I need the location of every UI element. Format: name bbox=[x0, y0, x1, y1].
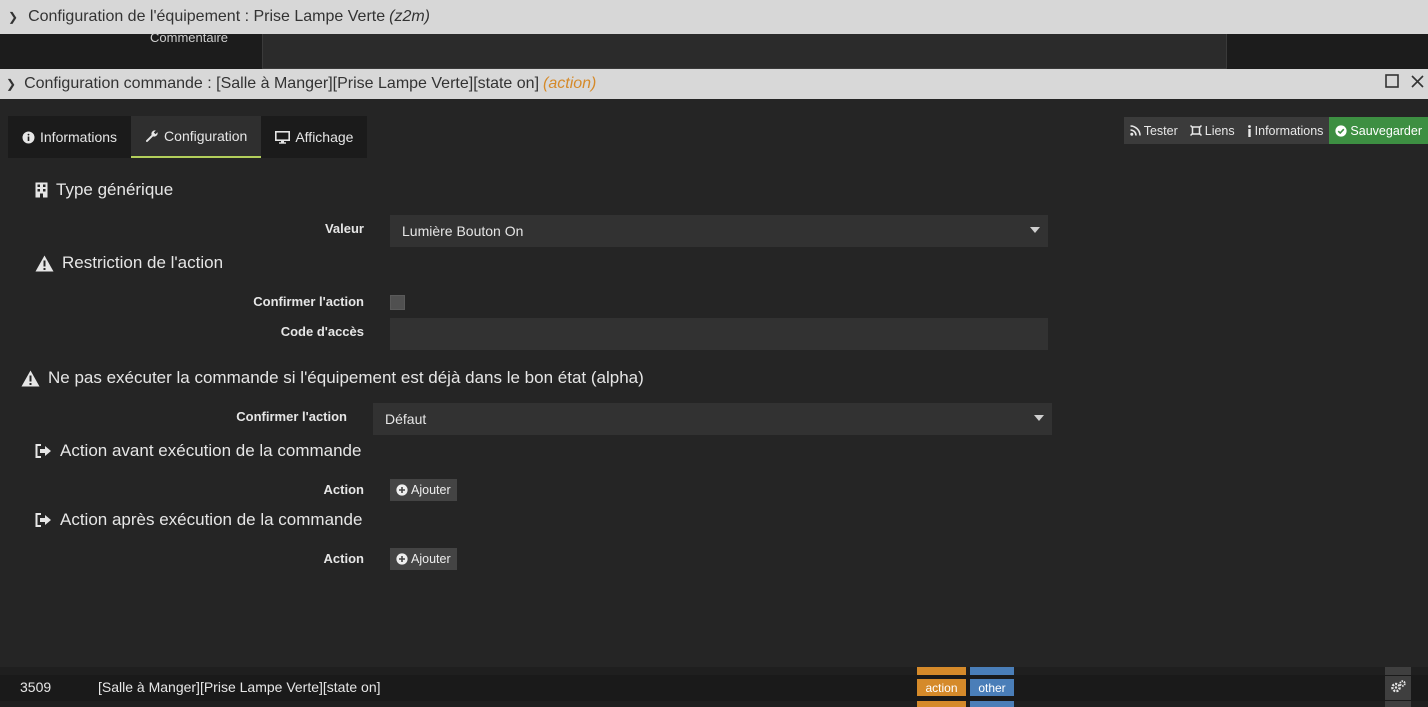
table-row bbox=[0, 667, 1428, 675]
no-repeat-selected: Défaut bbox=[385, 411, 427, 427]
subtype-tag bbox=[970, 701, 1014, 707]
tab-informations[interactable]: Informations bbox=[8, 116, 132, 158]
tab-configuration[interactable]: Configuration bbox=[131, 116, 262, 158]
pre-action-add-label: Ajouter bbox=[411, 483, 451, 497]
no-repeat-title: Ne pas exécuter la commande si l'équipem… bbox=[48, 368, 644, 387]
command-config-titlebar[interactable]: ❯ Configuration commande : [Salle à Mang… bbox=[0, 69, 1428, 99]
rss-icon bbox=[1130, 125, 1141, 136]
warning-icon bbox=[21, 370, 40, 387]
pre-action-label: Action bbox=[323, 482, 364, 497]
command-tabs: Informations Configuration Affichage bbox=[8, 116, 368, 158]
comment-label: Commentaire bbox=[150, 30, 229, 45]
chevron-down-icon bbox=[1034, 415, 1044, 421]
type-tag bbox=[917, 701, 966, 707]
advanced-config-button[interactable] bbox=[1385, 676, 1411, 700]
no-repeat-heading: Ne pas exécuter la commande si l'équipem… bbox=[21, 368, 644, 388]
chevron-down-icon bbox=[1030, 227, 1040, 233]
save-button[interactable]: Sauvegarder bbox=[1329, 117, 1428, 144]
sign-out-icon bbox=[35, 513, 52, 527]
equipment-plugin-label: (z2m) bbox=[389, 8, 430, 25]
type-tag: action bbox=[917, 679, 966, 696]
liens-button[interactable]: Liens bbox=[1183, 117, 1241, 144]
access-code-label: Code d'accès bbox=[280, 324, 364, 339]
gear-button[interactable] bbox=[1385, 667, 1411, 675]
tester-button[interactable]: Tester bbox=[1123, 117, 1184, 144]
command-config-title: Configuration commande : [Salle à Manger… bbox=[24, 75, 540, 92]
generic-type-title: Type générique bbox=[56, 180, 174, 199]
tester-label: Tester bbox=[1143, 123, 1178, 138]
informations-label: Informations bbox=[1254, 123, 1324, 138]
plus-circle-icon bbox=[396, 484, 408, 496]
command-toolbar: Tester Liens Informations Sauvegarder bbox=[1123, 117, 1428, 144]
comment-textarea[interactable] bbox=[262, 34, 1227, 69]
building-icon bbox=[35, 182, 48, 198]
post-action-title: Action après exécution de la commande bbox=[60, 510, 363, 529]
chevron-right-icon: ❯ bbox=[8, 10, 19, 24]
confirm-action-label: Confirmer l'action bbox=[253, 294, 364, 309]
pre-action-add-button[interactable]: Ajouter bbox=[390, 479, 457, 501]
informations-button[interactable]: Informations bbox=[1240, 117, 1330, 144]
info-icon bbox=[1247, 124, 1252, 137]
table-row[interactable]: 3509 [Salle à Manger][Prise Lampe Verte]… bbox=[0, 675, 1428, 701]
generic-type-selected: Lumière Bouton On bbox=[402, 223, 524, 239]
confirm-action-checkbox[interactable] bbox=[390, 295, 405, 310]
sign-out-icon bbox=[35, 444, 52, 458]
tab-informations-label: Informations bbox=[40, 129, 118, 145]
wrench-icon bbox=[145, 129, 159, 143]
tab-affichage-label: Affichage bbox=[295, 129, 354, 145]
maximize-icon[interactable] bbox=[1385, 74, 1399, 92]
equipment-config-body: Commentaire bbox=[0, 30, 1428, 69]
links-icon bbox=[1189, 125, 1202, 136]
equipment-config-title: Configuration de l'équipement : Prise La… bbox=[28, 8, 386, 25]
generic-type-heading: Type générique bbox=[35, 180, 173, 200]
no-repeat-confirm-label: Confirmer l'action bbox=[236, 409, 347, 424]
tab-affichage[interactable]: Affichage bbox=[261, 116, 368, 158]
restriction-title: Restriction de l'action bbox=[62, 253, 224, 272]
table-row bbox=[0, 701, 1428, 707]
gears-icon bbox=[1390, 680, 1406, 696]
no-repeat-select[interactable]: Défaut bbox=[373, 403, 1052, 435]
command-type-label: (action) bbox=[543, 75, 597, 92]
close-icon[interactable] bbox=[1410, 74, 1425, 93]
restriction-heading: Restriction de l'action bbox=[35, 253, 223, 273]
pre-action-title: Action avant exécution de la commande bbox=[60, 441, 362, 460]
warning-icon bbox=[35, 255, 54, 272]
save-label: Sauvegarder bbox=[1350, 123, 1422, 138]
tab-configuration-label: Configuration bbox=[164, 128, 248, 144]
post-action-add-label: Ajouter bbox=[411, 552, 451, 566]
gear-button[interactable] bbox=[1385, 701, 1411, 707]
chevron-right-icon: ❯ bbox=[6, 77, 17, 91]
access-code-input[interactable] bbox=[390, 318, 1048, 350]
liens-label: Liens bbox=[1204, 123, 1235, 138]
plus-circle-icon bbox=[396, 553, 408, 565]
subtype-tag bbox=[970, 667, 1014, 675]
command-name: [Salle à Manger][Prise Lampe Verte][stat… bbox=[98, 679, 381, 695]
pre-action-heading: Action avant exécution de la commande bbox=[35, 441, 361, 461]
command-id: 3509 bbox=[20, 679, 52, 695]
post-action-label: Action bbox=[323, 551, 364, 566]
generic-type-select[interactable]: Lumière Bouton On bbox=[390, 215, 1048, 247]
subtype-tag: other bbox=[970, 679, 1014, 696]
check-circle-icon bbox=[1335, 124, 1348, 137]
value-label: Valeur bbox=[324, 221, 364, 236]
info-circle-icon bbox=[22, 131, 35, 144]
type-tag bbox=[917, 667, 966, 675]
post-action-heading: Action après exécution de la commande bbox=[35, 510, 362, 530]
post-action-add-button[interactable]: Ajouter bbox=[390, 548, 457, 570]
equipment-config-header[interactable]: ❯ Configuration de l'équipement : Prise … bbox=[0, 0, 1428, 34]
monitor-icon bbox=[275, 130, 291, 144]
